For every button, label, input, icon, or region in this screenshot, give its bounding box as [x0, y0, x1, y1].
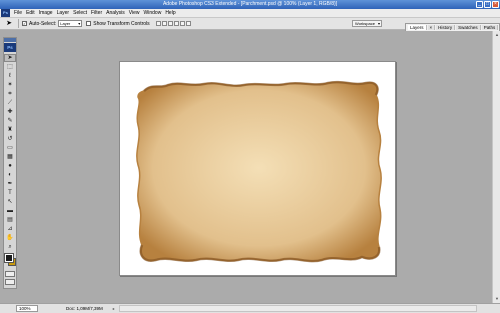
- clone-stamp-tool-icon[interactable]: ♜: [4, 126, 16, 134]
- notes-tool-icon[interactable]: ▤: [4, 216, 16, 224]
- workspace-dropdown[interactable]: Workspace: [352, 20, 382, 27]
- move-tool-icon[interactable]: ➤: [4, 54, 16, 62]
- app-logo-icon: Ps: [1, 9, 10, 17]
- menu-layer[interactable]: Layer: [55, 10, 72, 16]
- tab-paths[interactable]: Paths: [481, 25, 499, 30]
- parchment-image: [136, 80, 382, 263]
- auto-select-dropdown[interactable]: Layer: [58, 20, 83, 27]
- foreground-color-swatch[interactable]: [4, 253, 14, 263]
- menu-window[interactable]: Window: [142, 10, 164, 16]
- document-canvas[interactable]: [119, 61, 396, 276]
- dodge-tool-icon[interactable]: ◐: [4, 171, 16, 179]
- status-bar: 100% Doc: 1,09M/7,39M ▸: [0, 303, 500, 313]
- maximize-button[interactable]: □: [484, 1, 491, 8]
- zoom-field[interactable]: 100%: [16, 305, 38, 312]
- align-center-icon[interactable]: [179, 21, 185, 26]
- magic-wand-tool-icon[interactable]: ✶: [4, 81, 16, 89]
- path-selection-tool-icon[interactable]: ↖: [4, 198, 16, 206]
- eraser-tool-icon[interactable]: ▭: [4, 144, 16, 152]
- auto-select-label: Auto-Select:: [29, 20, 57, 27]
- menu-edit[interactable]: Edit: [24, 10, 37, 16]
- window-controls: _ □ ×: [476, 1, 499, 8]
- menu-file[interactable]: File: [12, 10, 24, 16]
- tab-layers[interactable]: Layers: [408, 25, 427, 30]
- align-bottom-icon[interactable]: [167, 21, 173, 26]
- menu-help[interactable]: Help: [163, 10, 177, 16]
- gradient-tool-icon[interactable]: ▦: [4, 153, 16, 161]
- document-info[interactable]: Doc: 1,09M/7,39M: [66, 306, 103, 311]
- parchment-sheet: [136, 81, 382, 262]
- divider: [18, 19, 19, 28]
- toolbox-grip[interactable]: [4, 38, 16, 42]
- align-middle-icon[interactable]: [161, 21, 167, 26]
- panel-close-icon[interactable]: ×: [427, 25, 436, 30]
- pen-tool-icon[interactable]: ✒: [4, 180, 16, 188]
- align-right-icon[interactable]: [185, 21, 191, 26]
- title-bar: Adobe Photoshop CS3 Extended - [Parchmen…: [0, 0, 500, 9]
- auto-select-checkbox[interactable]: ✓: [22, 21, 27, 26]
- crop-tool-icon[interactable]: ⌗: [4, 90, 16, 98]
- menu-select[interactable]: Select: [71, 10, 89, 16]
- lasso-tool-icon[interactable]: ℓ: [4, 72, 16, 80]
- menu-view[interactable]: View: [127, 10, 142, 16]
- tool-list: ➤ ⬚ ℓ ✶ ⌗ ⟋ ✚ ✎ ♜ ↺ ▭ ▦ ● ◐ ✒ T ↖ ▬ ▤ ⊿ ✋ ⌕: [4, 54, 16, 251]
- history-brush-tool-icon[interactable]: ↺: [4, 135, 16, 143]
- horizontal-scrollbar[interactable]: [118, 305, 477, 312]
- vertical-scrollbar[interactable]: ▲ ▼: [492, 31, 500, 303]
- align-top-icon[interactable]: [155, 21, 161, 26]
- zoom-tool-icon[interactable]: ⌕: [4, 243, 16, 251]
- screen-mode-button[interactable]: [5, 279, 15, 285]
- shape-tool-icon[interactable]: ▬: [4, 207, 16, 215]
- brush-tool-icon[interactable]: ✎: [4, 117, 16, 125]
- scroll-down-icon[interactable]: ▼: [493, 295, 500, 303]
- show-transform-checkbox[interactable]: [86, 21, 92, 26]
- quick-mask-button[interactable]: [5, 271, 15, 277]
- eyedropper-tool-icon[interactable]: ⊿: [4, 225, 16, 233]
- tab-swatches[interactable]: Swatches: [456, 25, 481, 30]
- toolbox: Ps ➤ ⬚ ℓ ✶ ⌗ ⟋ ✚ ✎ ♜ ↺ ▭ ▦ ● ◐ ✒ T ↖ ▬ ▤ ⊿ ✋ ⌕: [3, 37, 17, 289]
- show-transform-label: Show Transform Controls: [93, 20, 150, 27]
- blur-tool-icon[interactable]: ●: [4, 162, 16, 170]
- canvas-area: [18, 31, 492, 303]
- type-tool-icon[interactable]: T: [4, 189, 16, 197]
- move-tool-preset-icon[interactable]: ➤: [3, 19, 15, 29]
- hand-tool-icon[interactable]: ✋: [4, 234, 16, 242]
- menu-analysis[interactable]: Analysis: [104, 10, 127, 16]
- close-button[interactable]: ×: [492, 1, 499, 8]
- window-title: Adobe Photoshop CS3 Extended - [Parchmen…: [162, 1, 338, 7]
- slice-tool-icon[interactable]: ⟋: [4, 99, 16, 107]
- status-menu-arrow-icon[interactable]: ▸: [113, 306, 115, 311]
- align-buttons: [155, 21, 191, 26]
- minimize-button[interactable]: _: [476, 1, 483, 8]
- toolbox-logo-icon: Ps: [4, 43, 16, 52]
- healing-brush-tool-icon[interactable]: ✚: [4, 108, 16, 116]
- menu-bar: Ps File Edit Image Layer Select Filter A…: [0, 9, 500, 18]
- align-left-icon[interactable]: [173, 21, 179, 26]
- color-swatches: [4, 253, 16, 269]
- scroll-up-icon[interactable]: ▲: [493, 31, 500, 39]
- menu-image[interactable]: Image: [37, 10, 55, 16]
- menu-filter[interactable]: Filter: [89, 10, 104, 16]
- marquee-tool-icon[interactable]: ⬚: [4, 63, 16, 71]
- tab-history[interactable]: History: [436, 25, 456, 30]
